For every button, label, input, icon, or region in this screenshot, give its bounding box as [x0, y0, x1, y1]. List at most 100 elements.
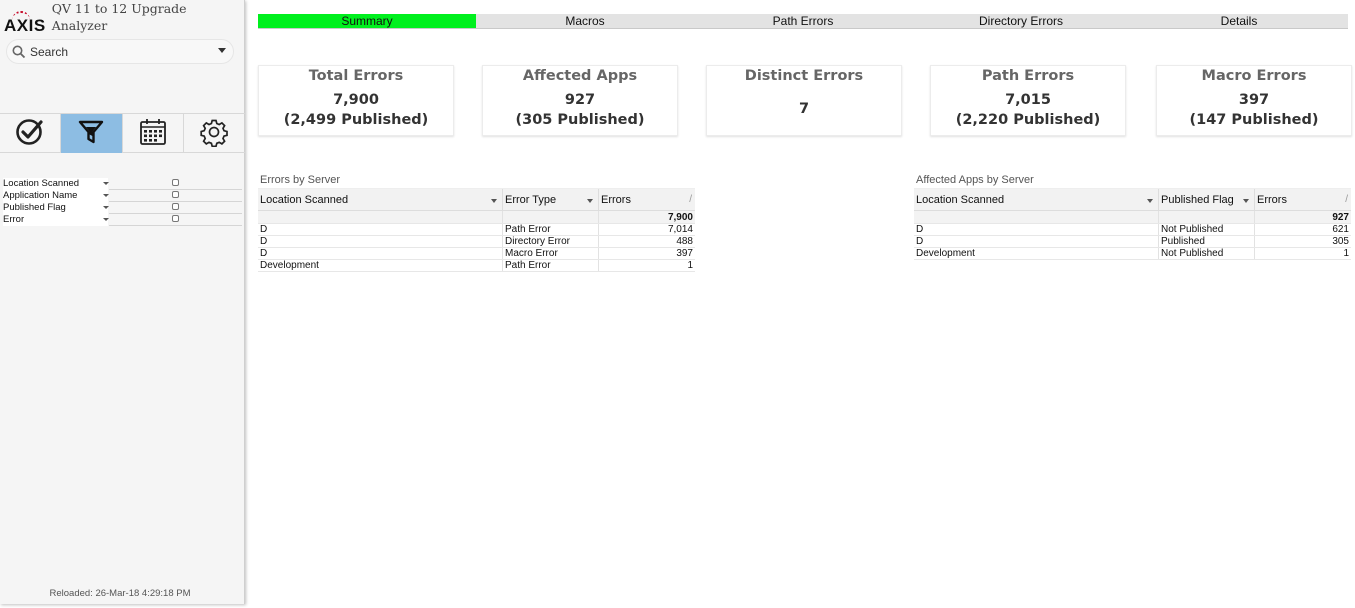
- cell-errors: 488: [676, 236, 693, 247]
- search-placeholder: Search: [30, 44, 69, 59]
- cell-location: D: [258, 236, 503, 247]
- kpi-title: Macro Errors: [1201, 68, 1307, 84]
- chevron-down-icon[interactable]: [103, 182, 109, 185]
- chevron-down-icon[interactable]: [103, 194, 109, 197]
- cell-errors: 1: [687, 260, 693, 271]
- cell-published-flag: Not Published: [1159, 224, 1255, 235]
- kpi-affected-apps[interactable]: Affected Apps 927 (305 Published): [482, 65, 678, 136]
- kpi-subvalue: (2,220 Published): [955, 112, 1101, 128]
- chevron-down-icon[interactable]: [218, 48, 226, 53]
- filter-checkbox[interactable]: [172, 203, 179, 210]
- kpi-value: 397: [1238, 92, 1270, 108]
- cell-published-flag: Published: [1159, 236, 1255, 247]
- toolbar-filters-button[interactable]: [61, 114, 123, 153]
- table-row[interactable]: D Path Error 7,014: [258, 224, 695, 236]
- kpi-subvalue: (147 Published): [1189, 112, 1319, 128]
- sort-icon[interactable]: /: [689, 189, 692, 211]
- filter-checkbox[interactable]: [172, 191, 179, 198]
- cell-error-type: Macro Error: [503, 248, 599, 259]
- kpi-total-errors[interactable]: Total Errors 7,900 (2,499 Published): [258, 65, 454, 136]
- sheet-tabs: Summary Macros Path Errors Directory Err…: [258, 14, 1348, 29]
- column-label: Published Flag: [1161, 194, 1234, 206]
- kpi-distinct-errors[interactable]: Distinct Errors 7: [706, 65, 902, 136]
- filter-location-scanned[interactable]: Location Scanned: [2, 178, 242, 190]
- toolbar-calendar-button[interactable]: [123, 114, 184, 153]
- logo-arc-icon: [12, 11, 30, 20]
- cell-error-type: Directory Error: [503, 236, 599, 247]
- column-label: Location Scanned: [916, 194, 1005, 206]
- total-cell-empty: [258, 211, 503, 223]
- cell-location: Development: [258, 260, 503, 271]
- total-cell-empty: [1159, 211, 1255, 223]
- cell-errors: 397: [676, 248, 693, 259]
- chevron-down-icon[interactable]: [103, 206, 109, 209]
- sidebar: AXIS QV 11 to 12 Upgrade Analyzer Search: [0, 0, 245, 604]
- search-box[interactable]: Search: [6, 39, 234, 64]
- filter-label: Location Scanned: [3, 178, 108, 190]
- tab-details[interactable]: Details: [1130, 14, 1348, 28]
- sort-icon[interactable]: /: [1345, 189, 1348, 211]
- app-title: QV 11 to 12 Upgrade Analyzer: [51, 1, 187, 33]
- kpi-path-errors[interactable]: Path Errors 7,015 (2,220 Published): [930, 65, 1126, 136]
- tab-summary[interactable]: Summary: [258, 14, 476, 28]
- chevron-down-icon[interactable]: [587, 199, 593, 203]
- axis-logo: AXIS: [4, 11, 46, 34]
- table-row[interactable]: D Directory Error 488: [258, 236, 695, 248]
- column-label: Errors: [1257, 194, 1287, 206]
- filter-checkbox[interactable]: [172, 179, 179, 186]
- kpi-title: Path Errors: [981, 68, 1075, 84]
- cell-errors: 1: [1343, 248, 1349, 259]
- filter-error[interactable]: Error: [2, 214, 242, 226]
- column-label: Errors: [601, 194, 631, 206]
- tab-macros[interactable]: Macros: [476, 14, 694, 28]
- table-header: Location Scanned Published Flag Errors /: [914, 189, 1351, 211]
- column-header-errors[interactable]: Errors /: [599, 189, 695, 210]
- table-row[interactable]: D Published 305: [914, 236, 1351, 248]
- cell-error-type: Path Error: [503, 260, 599, 271]
- filter-application-name[interactable]: Application Name: [2, 190, 242, 202]
- kpi-title: Total Errors: [308, 68, 404, 84]
- chevron-down-icon[interactable]: [1243, 199, 1249, 203]
- total-cell: 927: [1332, 212, 1349, 223]
- total-cell: 7,900: [667, 212, 693, 223]
- chevron-down-icon[interactable]: [491, 199, 497, 203]
- cell-error-type: Path Error: [503, 224, 599, 235]
- toolbar-selections-button[interactable]: [0, 114, 62, 153]
- column-header-error-type[interactable]: Error Type: [503, 189, 599, 210]
- column-header-location[interactable]: Location Scanned: [258, 189, 503, 210]
- column-label: Location Scanned: [260, 194, 349, 206]
- filter-label: Published Flag: [3, 202, 108, 214]
- kpi-title: Affected Apps: [522, 68, 638, 84]
- column-header-published-flag[interactable]: Published Flag: [1159, 189, 1255, 210]
- chevron-down-icon[interactable]: [103, 218, 109, 221]
- kpi-value: 7,900: [333, 92, 379, 108]
- cell-published-flag: Not Published: [1159, 248, 1255, 259]
- search-icon: [12, 45, 26, 59]
- calendar-icon: [138, 117, 168, 151]
- filter-published-flag[interactable]: Published Flag: [2, 202, 242, 214]
- total-cell-empty: [503, 211, 599, 223]
- cell-location: D: [914, 224, 1159, 235]
- tab-path-errors[interactable]: Path Errors: [694, 14, 912, 28]
- kpi-value: 7,015: [1005, 92, 1051, 108]
- kpi-subvalue: (305 Published): [515, 112, 645, 128]
- kpi-macro-errors[interactable]: Macro Errors 397 (147 Published): [1156, 65, 1352, 136]
- table-row[interactable]: Development Not Published 1: [914, 248, 1351, 260]
- filter-funnel-icon: [77, 118, 105, 150]
- toolbar-settings-button[interactable]: [184, 114, 245, 153]
- sidebar-toolbar: [0, 113, 245, 153]
- table-row[interactable]: D Not Published 621: [914, 224, 1351, 236]
- cell-errors: 305: [1332, 236, 1349, 247]
- filter-divider: [109, 225, 242, 226]
- filter-checkbox[interactable]: [172, 215, 179, 222]
- table-total-row: 927: [914, 211, 1351, 224]
- table-total-row: 7,900: [258, 211, 695, 224]
- table-row[interactable]: Development Path Error 1: [258, 260, 695, 272]
- kpi-value: 7: [798, 101, 810, 117]
- table-row[interactable]: D Macro Error 397: [258, 248, 695, 260]
- tab-directory-errors[interactable]: Directory Errors: [912, 14, 1130, 28]
- chevron-down-icon[interactable]: [1147, 199, 1153, 203]
- column-header-errors[interactable]: Errors /: [1255, 189, 1351, 210]
- column-header-location[interactable]: Location Scanned: [914, 189, 1159, 210]
- total-cell-empty: [914, 211, 1159, 223]
